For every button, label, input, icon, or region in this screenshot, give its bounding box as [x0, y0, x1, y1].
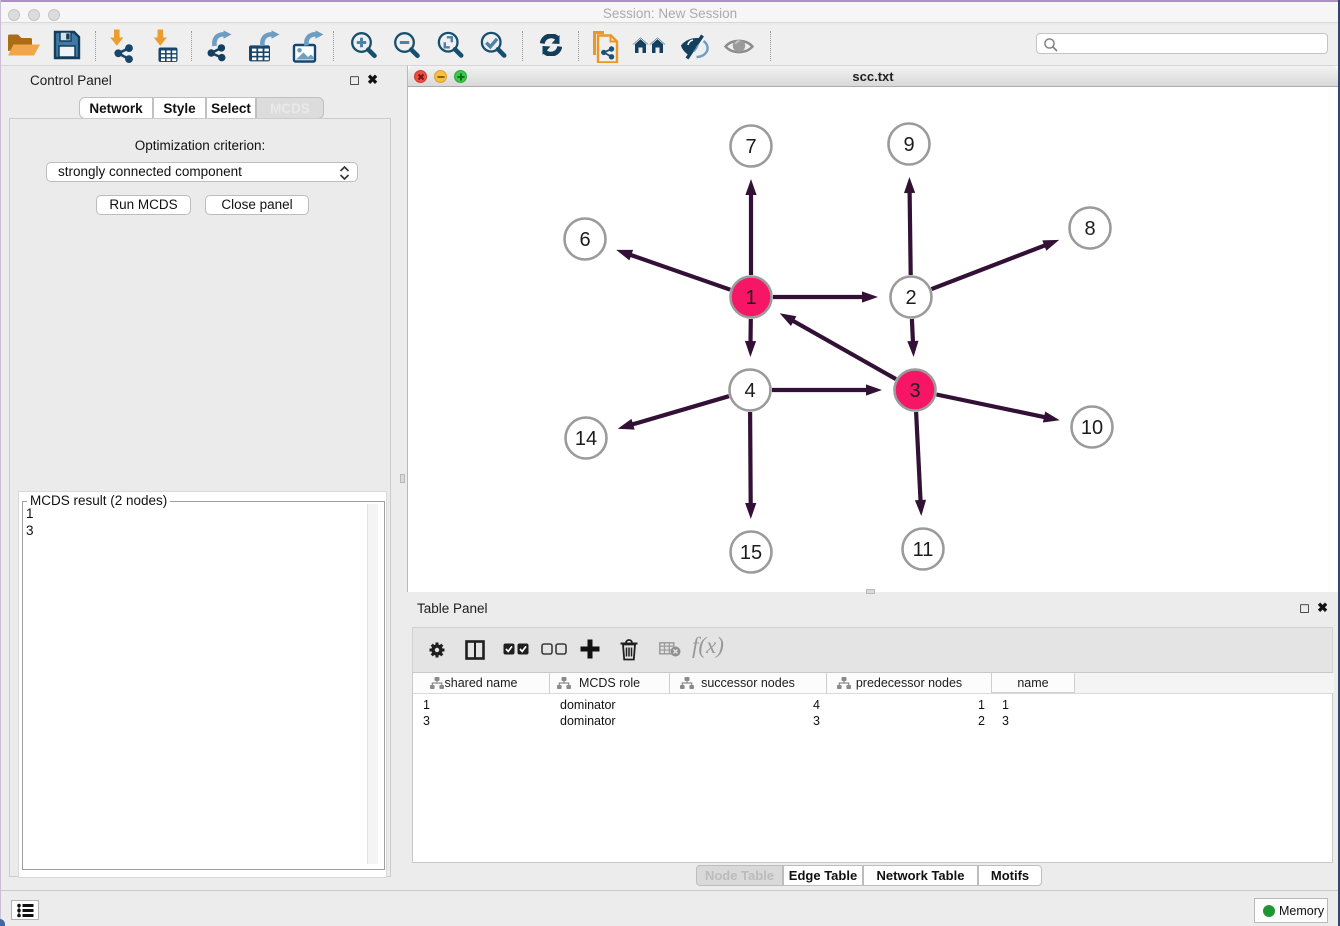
svg-text:6: 6: [579, 229, 590, 251]
svg-text:9: 9: [903, 134, 914, 156]
svg-text:14: 14: [575, 428, 597, 450]
svg-text:10: 10: [1081, 417, 1103, 439]
svg-text:4: 4: [744, 380, 755, 402]
svg-text:1: 1: [745, 287, 756, 309]
svg-text:15: 15: [740, 542, 762, 564]
svg-text:3: 3: [909, 380, 920, 402]
svg-text:8: 8: [1084, 218, 1095, 240]
svg-text:11: 11: [913, 539, 934, 561]
svg-text:2: 2: [905, 287, 916, 309]
svg-text:7: 7: [745, 136, 756, 158]
